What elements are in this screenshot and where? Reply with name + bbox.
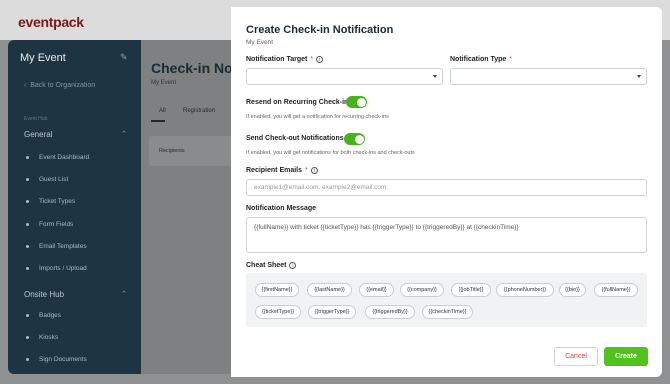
cancel-button[interactable]: Cancel [554, 347, 598, 366]
cheat-chip-lastname[interactable]: {{lastName}} [307, 283, 352, 297]
notification-message-label: Notification Message [246, 205, 317, 212]
required-mark: * [305, 167, 308, 174]
cheat-chip-bio[interactable]: {{bio}} [559, 283, 586, 297]
bullet-icon [26, 358, 29, 361]
sidebar-item-kiosks[interactable]: Kiosks [26, 334, 58, 341]
back-link-label: Back to Organization [30, 82, 96, 89]
notification-target-label: Notification Target * i [246, 56, 324, 63]
chevron-up-icon[interactable]: ⌃ [121, 130, 127, 138]
cheat-chip-tickettype[interactable]: {{ticketType}} [255, 305, 301, 319]
sidebar-event-title: My Event [20, 52, 66, 64]
notification-type-select[interactable] [450, 68, 647, 85]
sidebar-item-label: Ticket Types [39, 198, 76, 205]
toggle-knob [356, 97, 366, 107]
bullet-icon [26, 336, 29, 339]
page-title: Check-in No [151, 60, 233, 76]
info-icon[interactable]: i [289, 262, 297, 269]
tab-all[interactable]: All [159, 108, 166, 114]
required-mark: * [509, 56, 512, 63]
notification-target-select[interactable] [246, 68, 443, 85]
resend-help-text: If enabled, you will get a notification … [246, 114, 389, 120]
bullet-icon [26, 156, 29, 159]
bullet-icon [26, 267, 29, 270]
app-logo[interactable]: eventpack [18, 14, 84, 30]
card-label: Recipients [159, 148, 185, 154]
sidebar-item-badges[interactable]: Badges [26, 312, 61, 319]
sidebar-item-label: Event Dashboard [39, 154, 90, 161]
chevron-up-icon[interactable]: ⌃ [121, 290, 127, 298]
active-tab-indicator [151, 120, 165, 122]
bullet-icon [26, 223, 29, 226]
cheat-chip-firstname[interactable]: {{firstName}} [255, 283, 299, 297]
sidebar-item-label: Kiosks [39, 334, 59, 341]
bullet-icon [26, 314, 29, 317]
back-to-organization-link[interactable]: ‹ Back to Organization [24, 82, 95, 89]
chevron-down-icon [433, 75, 437, 78]
sidebar-section-label: Event Hub [24, 116, 48, 122]
sidebar-group-general[interactable]: General [24, 130, 52, 139]
modal-subtitle: My Event [246, 39, 274, 46]
cheat-chip-checkintime[interactable]: {{checkinTime}} [422, 305, 473, 319]
sidebar-group-onsite-hub[interactable]: Onsite Hub [24, 290, 64, 299]
sidebar-item-imports-upload[interactable]: Imports / Upload [26, 265, 87, 272]
modal-title: Create Check-in Notification [246, 24, 394, 36]
resend-recurring-label: Resend on Recurring Check-in [246, 99, 349, 106]
sidebar-item-email-templates[interactable]: Email Templates [26, 243, 87, 250]
checkout-notifications-label: Send Check-out Notifications [246, 135, 344, 142]
sidebar-item-sign-documents[interactable]: Sign Documents [26, 356, 87, 363]
tab-registration[interactable]: Registration [183, 108, 215, 114]
cheat-chip-triggertype[interactable]: {{triggerType}} [308, 305, 356, 319]
notification-type-label: Notification Type * [450, 56, 512, 63]
sidebar-item-ticket-types[interactable]: Ticket Types [26, 198, 75, 205]
create-button[interactable]: Create [604, 347, 648, 366]
cheat-sheet-label: Cheat Sheet i [246, 262, 297, 269]
label-text: Cheat Sheet [246, 262, 287, 269]
cheat-chip-email[interactable]: {{email}} [359, 283, 394, 297]
cheat-chip-company[interactable]: {{company}} [400, 283, 444, 297]
label-text: Recipient Emails [246, 167, 303, 174]
sidebar-item-label: Sign Documents [39, 356, 87, 363]
recipient-emails-label: Recipient Emails * i [246, 167, 318, 174]
create-notification-modal: Create Check-in Notification My Event No… [231, 7, 662, 377]
label-text: Notification Type [450, 56, 507, 63]
sidebar-item-label: Imports / Upload [39, 265, 87, 272]
bullet-icon [26, 245, 29, 248]
info-icon[interactable]: i [316, 56, 324, 63]
cheat-chip-triggeredby[interactable]: {{triggeredBy}} [365, 305, 415, 319]
sidebar-item-event-dashboard[interactable]: Event Dashboard [26, 154, 89, 161]
chevron-down-icon [637, 75, 641, 78]
bullet-icon [26, 200, 29, 203]
sidebar-item-label: Badges [39, 312, 62, 319]
bullet-icon [26, 178, 29, 181]
sidebar-item-label: Guest List [39, 176, 69, 183]
checkout-notifications-toggle[interactable] [344, 133, 365, 145]
cheat-chip-phonenumber[interactable]: {{phoneNumber}} [496, 283, 554, 297]
toggle-knob [354, 134, 364, 144]
required-mark: * [310, 56, 314, 63]
recipients-card: Recipients [149, 136, 239, 166]
label-text: Notification Target [246, 56, 308, 63]
cheat-chip-fullname[interactable]: {{fullName}} [594, 283, 638, 297]
cheat-sheet-panel: {{firstName}} {{lastName}} {{email}} {{c… [246, 273, 647, 327]
resend-recurring-toggle[interactable] [346, 96, 367, 108]
page-subtitle: My Event [151, 80, 177, 86]
sidebar-item-form-fields[interactable]: Form Fields [26, 221, 73, 228]
checkout-help-text: If enabled, you will get notifications f… [246, 150, 415, 156]
info-icon[interactable]: i [310, 167, 318, 174]
page-background: Check-in No My Event All Registration Re… [141, 40, 239, 374]
sidebar-item-label: Form Fields [39, 221, 74, 228]
sidebar-item-label: Email Templates [39, 243, 87, 250]
notification-message-textarea[interactable]: {{fullName}} with ticket {{ticketType}} … [246, 217, 647, 253]
sidebar: My Event ✎ ‹ Back to Organization Event … [8, 40, 141, 374]
cheat-chip-jobtitle[interactable]: {{jobTitle}} [451, 283, 491, 297]
edit-icon[interactable]: ✎ [120, 52, 130, 62]
sidebar-item-guest-list[interactable]: Guest List [26, 176, 68, 183]
recipient-emails-input[interactable]: example1@email.com, example2@email.com [246, 179, 647, 196]
